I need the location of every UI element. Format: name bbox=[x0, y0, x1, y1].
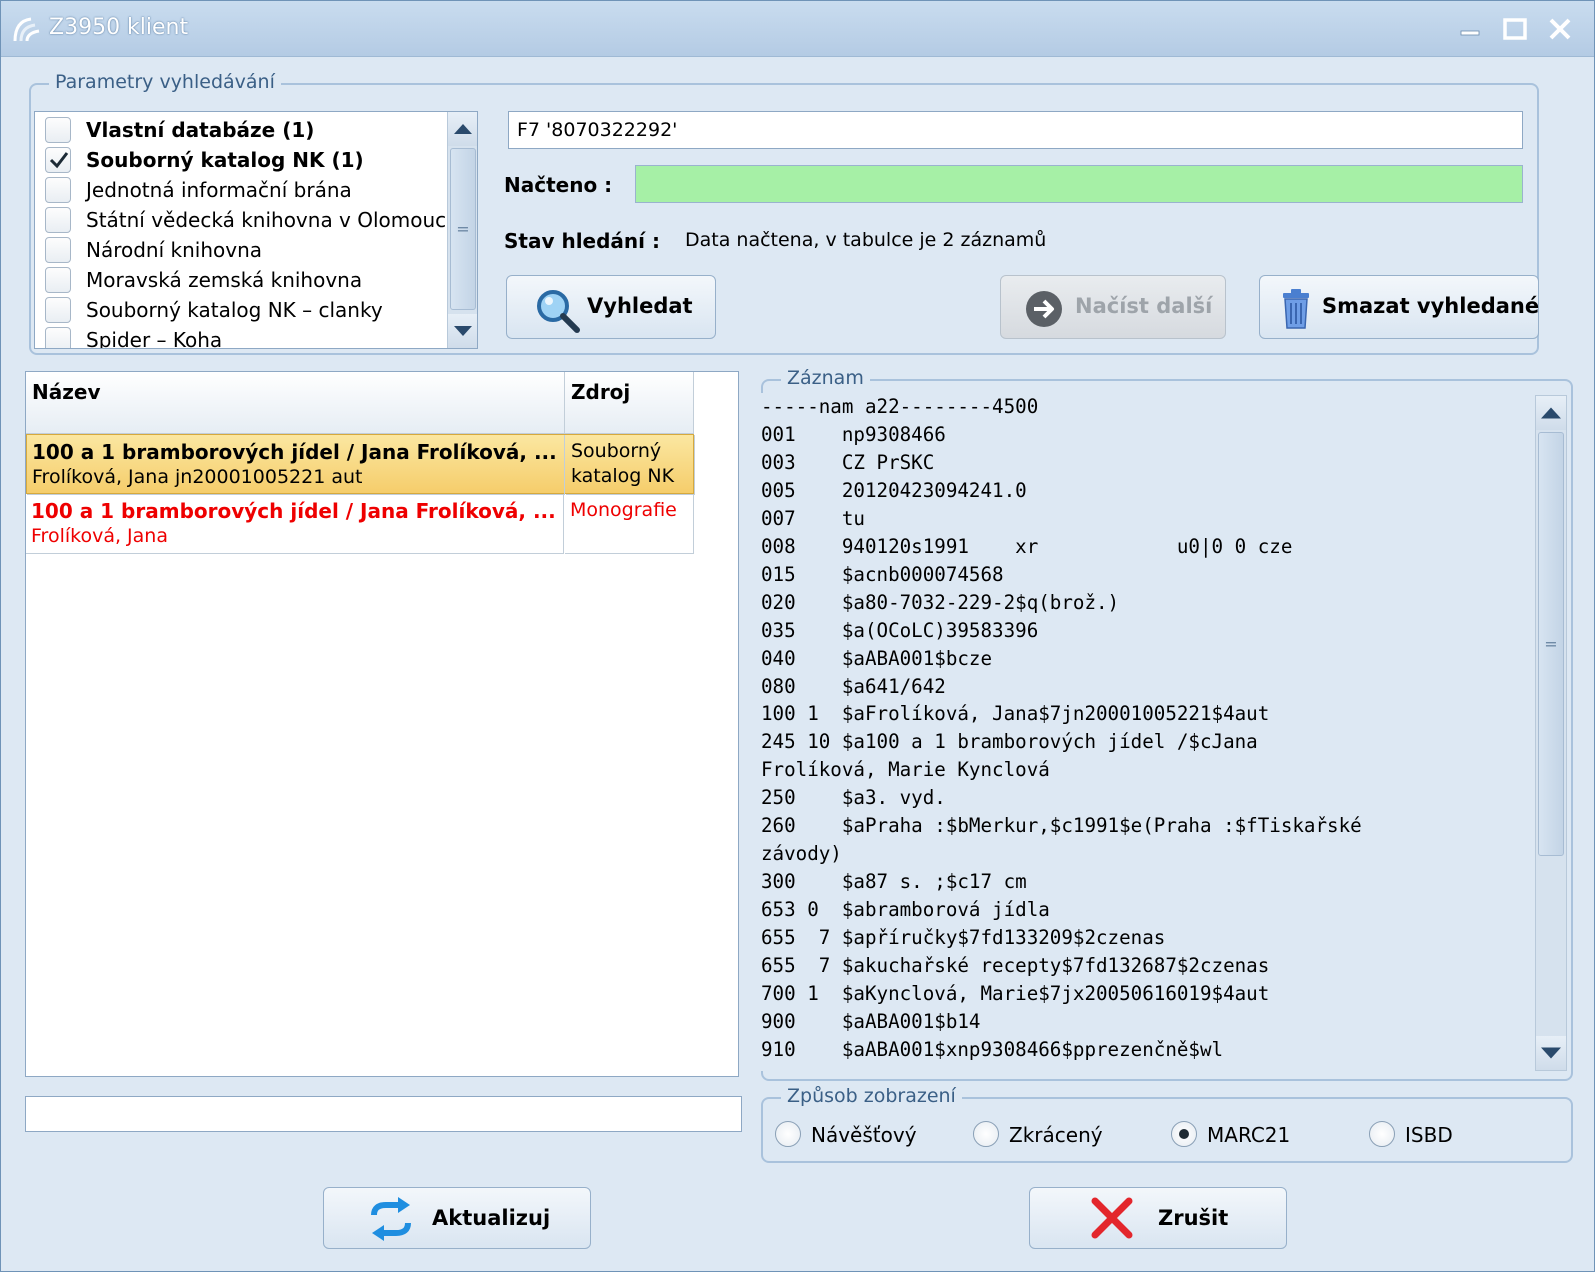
window-title: Z3950 klient bbox=[49, 15, 189, 40]
database-item[interactable]: Spider – Koha bbox=[35, 325, 445, 348]
database-item[interactable]: Národní knihovna bbox=[35, 235, 445, 265]
filter-input[interactable] bbox=[25, 1096, 742, 1132]
radio-button[interactable] bbox=[1369, 1121, 1395, 1147]
checkbox[interactable] bbox=[45, 117, 71, 143]
cell-source: Monografie bbox=[565, 494, 694, 554]
database-item[interactable]: Jednotná informační brána bbox=[35, 175, 445, 205]
checkbox[interactable] bbox=[45, 177, 71, 203]
progress-fill bbox=[636, 166, 1522, 202]
arrow-up-icon bbox=[1541, 407, 1561, 419]
cell-source: Souborný katalog NK bbox=[566, 435, 695, 495]
checkbox[interactable] bbox=[45, 297, 71, 323]
status-text: Data načtena, v tabulce je 2 záznamů bbox=[685, 229, 1047, 251]
scroll-down-button[interactable] bbox=[448, 314, 477, 348]
database-item[interactable]: Vlastní databáze (1) bbox=[35, 115, 445, 145]
checkbox[interactable] bbox=[45, 327, 71, 348]
cancel-button[interactable]: Zrušit bbox=[1029, 1187, 1287, 1249]
magnifier-icon bbox=[535, 288, 581, 339]
app-icon bbox=[11, 15, 43, 45]
maximize-icon[interactable] bbox=[1500, 15, 1530, 43]
scroll-thumb[interactable]: = bbox=[1538, 432, 1564, 856]
search-button[interactable]: Vyhledat bbox=[506, 275, 716, 339]
column-header-source[interactable]: Zdroj bbox=[565, 372, 694, 434]
database-item[interactable]: Souborný katalog NK (1) bbox=[35, 145, 445, 175]
database-list[interactable]: Vlastní databáze (1) Souborný katalog NK… bbox=[34, 111, 478, 349]
radio-button[interactable] bbox=[973, 1121, 999, 1147]
checkbox[interactable] bbox=[45, 267, 71, 293]
arrow-up-icon bbox=[454, 124, 472, 134]
database-list-scrollbar[interactable]: = bbox=[447, 112, 477, 348]
arrow-down-icon bbox=[1541, 1047, 1561, 1059]
arrow-down-icon bbox=[454, 326, 472, 336]
record-text[interactable]: -----nam a22--------4500 001 np9308466 0… bbox=[761, 393, 1534, 1071]
close-icon[interactable] bbox=[1545, 15, 1575, 43]
database-item[interactable]: Státní vědecká knihovna v Olomouci bbox=[35, 205, 452, 235]
checkbox-checked[interactable] bbox=[45, 147, 71, 173]
search-params-legend: Parametry vyhledávání bbox=[49, 71, 281, 93]
refresh-icon bbox=[368, 1197, 414, 1246]
column-header-name[interactable]: Název bbox=[26, 372, 565, 434]
results-table[interactable]: Název Zdroj 100 a 1 bramborových jídel /… bbox=[25, 371, 739, 1077]
checkbox[interactable] bbox=[45, 207, 71, 233]
trash-icon bbox=[1280, 288, 1312, 335]
check-icon bbox=[49, 152, 69, 169]
cell-title: 100 a 1 bramborových jídel / Jana Frolík… bbox=[26, 494, 564, 554]
status-label: Stav hledání : bbox=[504, 229, 660, 253]
cross-icon bbox=[1090, 1196, 1134, 1245]
cell-title: 100 a 1 bramborových jídel / Jana Frolík… bbox=[27, 435, 565, 495]
scroll-up-button[interactable] bbox=[448, 112, 477, 146]
arrow-right-icon bbox=[1025, 290, 1063, 333]
record-scrollbar[interactable]: = bbox=[1535, 395, 1567, 1071]
table-row[interactable]: 100 a 1 bramborových jídel / Jana Frolík… bbox=[26, 494, 694, 554]
load-more-button[interactable]: Načíst další bbox=[1000, 275, 1226, 339]
table-row-selected[interactable]: 100 a 1 bramborových jídel / Jana Frolík… bbox=[26, 434, 695, 495]
title-bar[interactable]: Z3950 klient bbox=[1, 1, 1594, 57]
display-mode-legend: Způsob zobrazení bbox=[781, 1085, 962, 1107]
loaded-progress-bar bbox=[635, 165, 1523, 203]
query-input[interactable] bbox=[508, 111, 1523, 149]
scroll-up-button[interactable] bbox=[1536, 396, 1566, 430]
scroll-thumb[interactable]: = bbox=[450, 148, 476, 310]
scroll-down-button[interactable] bbox=[1536, 1036, 1566, 1070]
minimize-icon[interactable] bbox=[1455, 15, 1485, 43]
refresh-button[interactable]: Aktualizuj bbox=[323, 1187, 591, 1249]
clear-results-button[interactable]: Smazat vyhledané bbox=[1259, 275, 1539, 339]
record-legend: Záznam bbox=[781, 367, 870, 389]
checkbox[interactable] bbox=[45, 237, 71, 263]
database-item[interactable]: Moravská zemská knihovna bbox=[35, 265, 445, 295]
radio-button-selected[interactable] bbox=[1171, 1121, 1197, 1147]
z3950-window: Z3950 klient Parametry vyhledávání Vlast… bbox=[0, 0, 1595, 1272]
database-item[interactable]: Souborný katalog NK – clanky bbox=[35, 295, 445, 325]
radio-button[interactable] bbox=[775, 1121, 801, 1147]
loaded-label: Načteno : bbox=[504, 173, 613, 197]
